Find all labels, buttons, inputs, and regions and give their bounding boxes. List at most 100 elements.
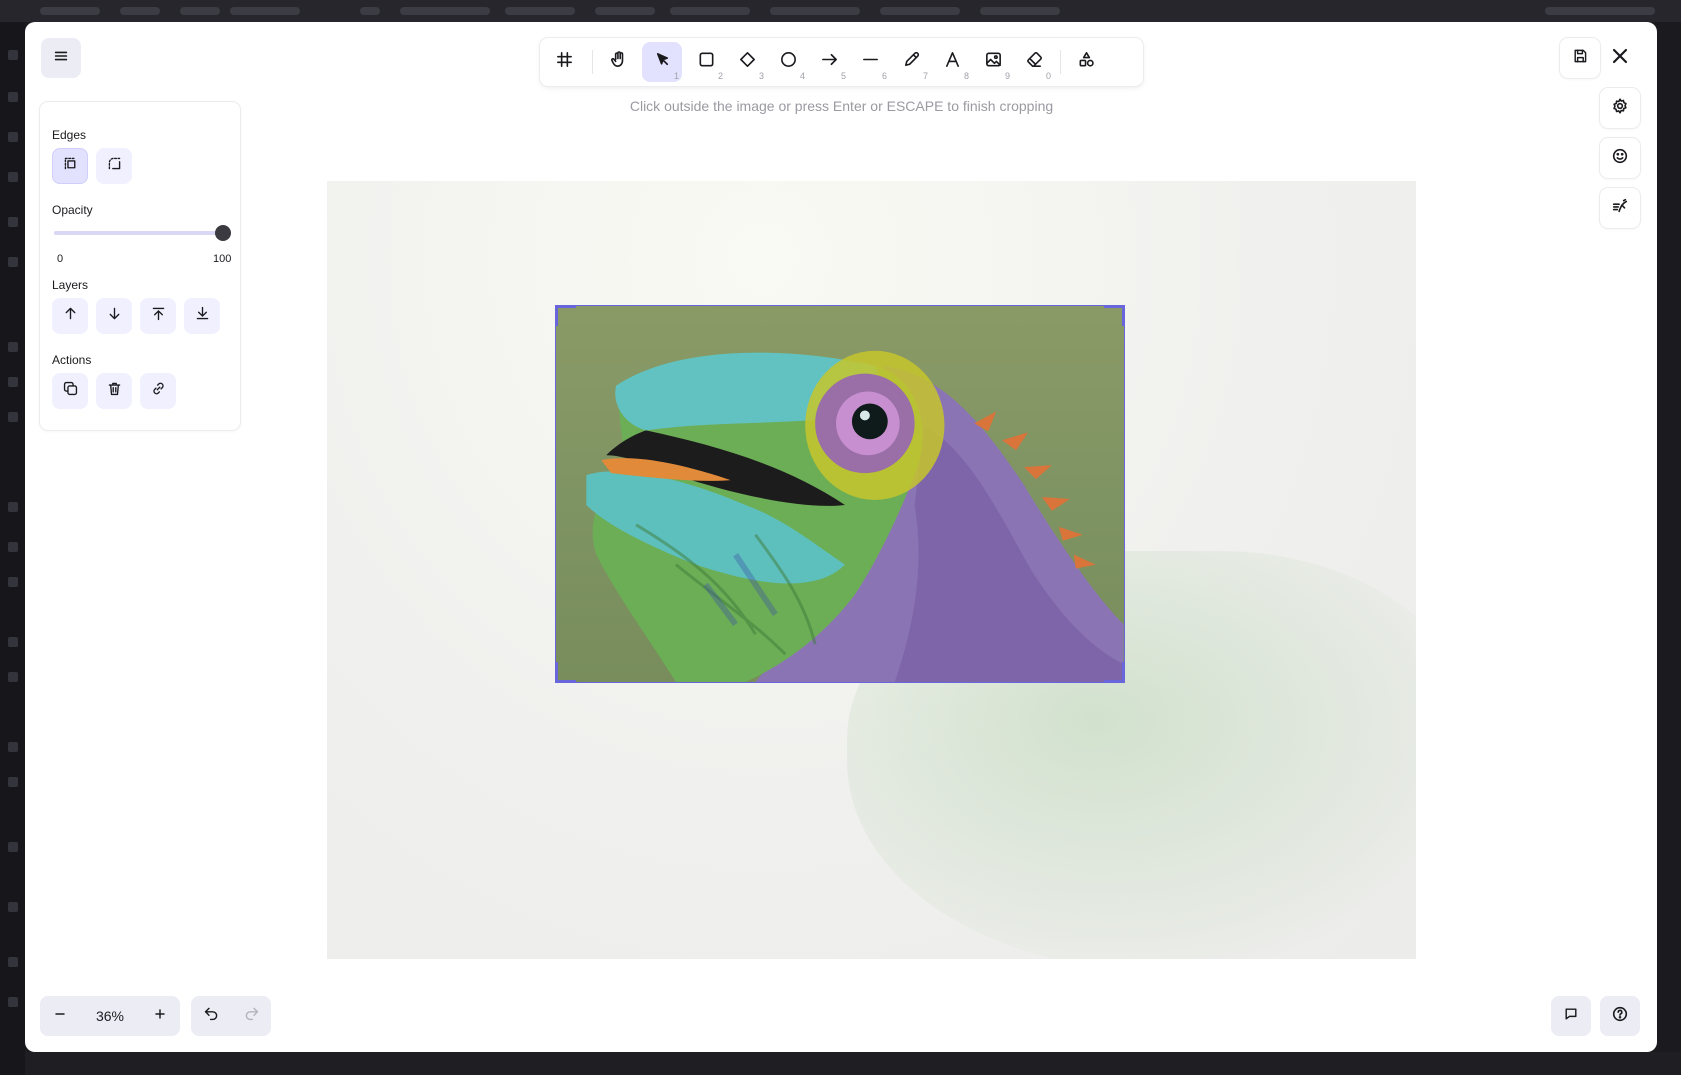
chat-icon <box>1563 1006 1579 1027</box>
copy-icon <box>62 380 79 402</box>
shortcut-key: 3 <box>758 71 764 81</box>
line-icon <box>861 50 880 74</box>
shortcut-key: 0 <box>1045 71 1051 81</box>
zoom-out-button[interactable] <box>40 996 80 1036</box>
diamond-tool[interactable]: 3 <box>727 42 767 82</box>
opacity-max: 100 <box>213 253 232 265</box>
crop-icon <box>555 50 574 74</box>
redo-button[interactable] <box>231 996 271 1036</box>
plus-icon <box>152 1006 168 1027</box>
crop-hint: Click outside the image or press Enter o… <box>629 98 1054 114</box>
shortcut-key: 5 <box>840 71 846 81</box>
hand-tool[interactable] <box>598 42 638 82</box>
edges-sharp-button[interactable] <box>52 148 88 184</box>
eraser-tool[interactable]: 0 <box>1014 42 1054 82</box>
bring-to-front-button[interactable] <box>140 298 176 334</box>
save-button[interactable] <box>1560 38 1600 78</box>
draw-tool[interactable]: 7 <box>891 42 931 82</box>
arrow-down-icon <box>106 305 123 327</box>
chat-button[interactable] <box>1551 996 1591 1036</box>
close-icon <box>1610 46 1630 71</box>
pointer-icon <box>653 50 672 74</box>
undo-icon <box>203 1005 220 1027</box>
shortcut-key: 1 <box>673 71 679 81</box>
crop-area[interactable] <box>555 305 1125 683</box>
emoji-button[interactable] <box>1600 138 1640 178</box>
smiley-icon <box>1611 147 1629 170</box>
zoom-controls: 36% <box>40 996 180 1036</box>
zoom-level[interactable]: 36% <box>80 996 140 1036</box>
hamburger-icon <box>52 47 70 70</box>
shortcut-key: 6 <box>881 71 887 81</box>
undo-button[interactable] <box>191 996 231 1036</box>
layers-label: Layers <box>52 278 89 292</box>
shortcut-key: 7 <box>922 71 928 81</box>
zoom-in-button[interactable] <box>140 996 180 1036</box>
background-app-topbar <box>0 0 1681 22</box>
ellipse-tool[interactable]: 4 <box>768 42 808 82</box>
save-icon <box>1572 48 1588 69</box>
edges-round-button[interactable] <box>96 148 132 184</box>
arrow-to-top-icon <box>150 305 167 327</box>
opacity-label: Opacity <box>52 203 93 217</box>
sketch-button[interactable] <box>1600 188 1640 228</box>
ellipse-icon <box>779 50 798 74</box>
shortcut-key: 2 <box>717 71 723 81</box>
background-app-statusbar <box>25 1052 1681 1075</box>
selection-tool[interactable]: 1 <box>642 42 682 82</box>
shortcut-key: 8 <box>963 71 969 81</box>
eraser-icon <box>1025 50 1044 74</box>
link-button[interactable] <box>140 373 176 409</box>
history-controls <box>191 996 271 1036</box>
menu-button[interactable] <box>41 38 81 78</box>
close-button[interactable] <box>1600 38 1640 78</box>
trash-icon <box>106 380 123 402</box>
diamond-icon <box>738 50 757 74</box>
arrow-right-icon <box>820 50 839 74</box>
image-tool[interactable]: 9 <box>973 42 1013 82</box>
text-icon <box>943 50 962 74</box>
crop-handle-top-left[interactable] <box>556 306 576 326</box>
arrow-up-icon <box>62 305 79 327</box>
delete-button[interactable] <box>96 373 132 409</box>
actions-label: Actions <box>52 353 92 367</box>
duplicate-button[interactable] <box>52 373 88 409</box>
arrow-tool[interactable]: 5 <box>809 42 849 82</box>
more-shapes-tool[interactable] <box>1066 42 1106 82</box>
opacity-slider-track[interactable] <box>54 231 222 235</box>
settings-button[interactable] <box>1600 88 1640 128</box>
properties-panel: Edges Opacity 0 100 Layers Actions <box>40 102 240 430</box>
arrow-to-bottom-icon <box>194 305 211 327</box>
send-to-back-button[interactable] <box>184 298 220 334</box>
bring-forward-button[interactable] <box>52 298 88 334</box>
image-icon <box>984 50 1003 74</box>
toolbar-divider <box>1060 50 1061 74</box>
crop-handle-top-right[interactable] <box>1104 306 1124 326</box>
crop-handle-bottom-right[interactable] <box>1104 662 1124 682</box>
send-backward-button[interactable] <box>96 298 132 334</box>
pencil-icon <box>902 50 921 74</box>
opacity-min: 0 <box>57 253 64 265</box>
minus-icon <box>52 1006 68 1027</box>
shapes-icon <box>1077 50 1096 74</box>
edges-label: Edges <box>52 128 87 142</box>
line-tool[interactable]: 6 <box>850 42 890 82</box>
shortcut-key: 4 <box>799 71 805 81</box>
text-tool[interactable]: 8 <box>932 42 972 82</box>
redo-icon <box>243 1005 260 1027</box>
opacity-slider-thumb[interactable] <box>215 225 231 241</box>
sharp-corners-icon <box>62 155 79 177</box>
hand-icon <box>609 50 628 74</box>
round-corners-icon <box>106 155 123 177</box>
sketch-icon <box>1611 197 1629 220</box>
rectangle-tool[interactable]: 2 <box>686 42 726 82</box>
lizard-image <box>586 350 1124 682</box>
toolbar-divider <box>592 50 593 74</box>
image-editor-modal: 1 2 3 4 5 6 7 8 9 0 Click outside the im… <box>25 22 1657 1052</box>
crop-tool[interactable] <box>544 42 584 82</box>
link-icon <box>150 380 167 402</box>
help-button[interactable] <box>1600 996 1640 1036</box>
gear-icon <box>1611 97 1629 120</box>
main-toolbar: 1 2 3 4 5 6 7 8 9 0 <box>540 38 1143 86</box>
crop-handle-bottom-left[interactable] <box>556 662 576 682</box>
